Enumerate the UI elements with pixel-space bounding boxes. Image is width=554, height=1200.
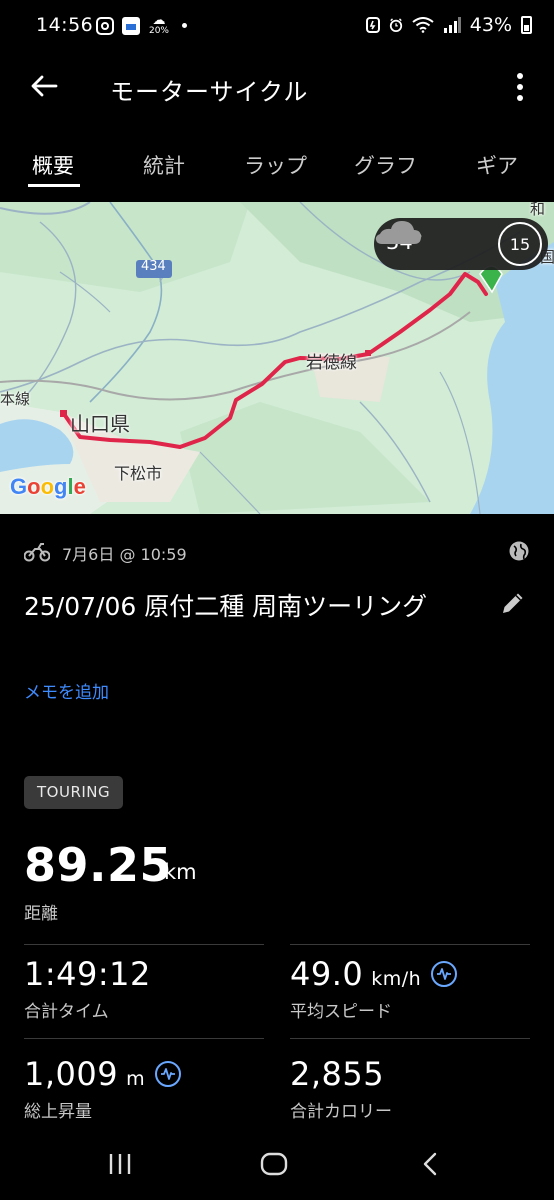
total-time-value: 1:49:12 — [24, 955, 151, 993]
google-logo: Google — [10, 474, 86, 499]
performance-wave-icon[interactable] — [431, 961, 458, 987]
weather-icon: ☁ 20% — [148, 13, 169, 36]
notification-icons: ☁ 20% — [96, 13, 187, 36]
back-icon — [423, 1152, 437, 1176]
system-nav-bar — [0, 1128, 554, 1200]
wind-speed: 15 — [509, 234, 531, 254]
recents-icon — [109, 1154, 131, 1174]
stat-calories: 2,855 合計カロリー — [290, 1055, 392, 1122]
motorcycle-icon — [24, 543, 50, 562]
activity-tag: TOURING — [24, 776, 124, 809]
instagram-icon — [96, 16, 114, 35]
iwatoku-line-label: 岩徳線 — [306, 353, 357, 373]
system-icons: 43% — [365, 14, 532, 36]
weather-widget[interactable]: 34° 15 — [374, 218, 548, 270]
tab-overview[interactable]: 概要 — [32, 150, 74, 180]
pencil-icon[interactable] — [500, 590, 526, 616]
avg-speed-unit: km/h — [371, 968, 422, 990]
route-434-label: 434 — [141, 259, 166, 274]
page-title: モーターサイクル — [110, 78, 309, 106]
recents-button[interactable] — [102, 1148, 138, 1180]
route-map[interactable]: 434 岩徳線 山口県 下松市 本線 和 国 Google 34° 15 — [0, 202, 554, 514]
signal-icon — [443, 17, 461, 33]
status-bar: 14:56 ☁ 20% 43% — [0, 0, 554, 56]
calories-label: 合計カロリー — [290, 1102, 392, 1122]
wifi-icon — [412, 17, 434, 33]
activity-title: 25/07/06 原付二種 周南ツーリング — [24, 592, 428, 621]
battery-icon — [521, 16, 532, 34]
tab-gear[interactable]: ギア — [476, 150, 518, 180]
add-memo-link[interactable]: メモを追加 — [24, 678, 109, 703]
arrow-back-icon — [31, 75, 58, 97]
tab-stats[interactable]: 統計 — [143, 150, 185, 180]
tab-bar: 概要 統計 ラップ グラフ ギア — [0, 140, 554, 190]
cloud-icon — [375, 221, 421, 244]
divider — [290, 944, 530, 945]
corner-top-label: 和 — [530, 202, 546, 218]
line-left-label: 本線 — [0, 390, 31, 408]
total-time-label: 合計タイム — [24, 1002, 109, 1022]
elevation-unit: m — [126, 1068, 146, 1090]
more-vert-icon — [517, 73, 523, 79]
distance-unit: km — [164, 860, 197, 884]
tab-laps[interactable]: ラップ — [244, 150, 307, 180]
battery-percent: 43% — [469, 14, 512, 36]
calendar-icon — [122, 16, 140, 35]
status-time: 14:56 — [36, 14, 94, 36]
divider — [290, 1038, 530, 1039]
dot-icon — [182, 23, 187, 28]
avg-speed-label: 平均スピード — [290, 1002, 392, 1022]
distance-value: 89.25 — [24, 838, 173, 892]
kudamatsu-label: 下松市 — [114, 464, 163, 483]
home-button[interactable] — [256, 1148, 292, 1180]
back-button[interactable] — [26, 68, 62, 104]
yamaguchi-label: 山口県 — [70, 412, 130, 436]
stat-elevation: 1,009 m 総上昇量 — [24, 1055, 182, 1122]
avg-speed-value: 49.0 — [290, 955, 364, 993]
tab-graph[interactable]: グラフ — [354, 150, 417, 180]
weather-mini-temp: 20% — [148, 26, 169, 36]
alarm-icon — [389, 18, 402, 32]
activity-date: 7月6日 @ 10:59 — [62, 545, 187, 564]
app-bar: モーターサイクル — [0, 56, 554, 116]
divider — [24, 944, 264, 945]
divider — [24, 1038, 264, 1039]
globe-icon[interactable] — [508, 540, 530, 562]
activity-meta: 7月6日 @ 10:59 — [24, 538, 530, 566]
elevation-value: 1,009 — [24, 1055, 119, 1093]
nav-back-button[interactable] — [412, 1148, 448, 1180]
distance-label: 距離 — [24, 904, 58, 924]
stat-total-time: 1:49:12 合計タイム — [24, 955, 151, 1022]
more-options-button[interactable] — [508, 70, 532, 104]
tab-indicator — [28, 184, 80, 187]
home-icon — [260, 1152, 288, 1176]
data-saver-icon — [365, 17, 380, 33]
elevation-label: 総上昇量 — [24, 1102, 92, 1122]
stat-avg-speed: 49.0 km/h 平均スピード — [290, 955, 458, 1022]
calories-value: 2,855 — [290, 1055, 385, 1093]
wind-compass: 15 — [498, 222, 542, 266]
performance-wave-icon[interactable] — [155, 1061, 182, 1087]
